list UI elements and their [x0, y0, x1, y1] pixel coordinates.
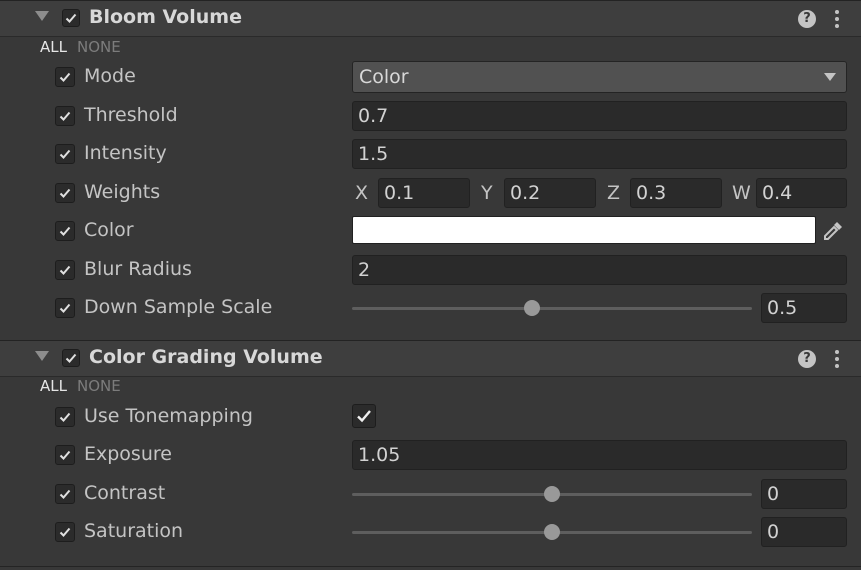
- weights-x-field[interactable]: 0.1: [378, 178, 470, 208]
- checkmark-icon: [65, 13, 77, 23]
- mode-override-checkbox[interactable]: [55, 67, 75, 87]
- contrast-row: Contrast 0: [0, 475, 861, 513]
- weights-row: Weights X 0.1 Y 0.2 Z 0.3 W 0.4: [0, 174, 861, 212]
- checkmark-icon: [59, 527, 71, 537]
- saturation-override-checkbox[interactable]: [55, 522, 75, 542]
- mode-value: Color: [359, 66, 409, 88]
- down-sample-scale-slider-knob[interactable]: [524, 300, 540, 316]
- intensity-field[interactable]: 1.5: [352, 139, 847, 169]
- color-row: Color: [0, 212, 861, 250]
- down-sample-scale-slider[interactable]: [352, 307, 752, 310]
- blur-radius-field[interactable]: 2: [352, 255, 847, 285]
- foldout-arrow-icon[interactable]: [35, 351, 49, 361]
- mode-dropdown[interactable]: Color: [352, 61, 847, 93]
- checkmark-icon: [59, 226, 71, 236]
- down-sample-scale-label: Down Sample Scale: [84, 296, 273, 318]
- bloom-all-none: ALL NONE: [40, 38, 121, 56]
- contrast-override-checkbox[interactable]: [55, 484, 75, 504]
- bloom-volume-header[interactable]: Bloom Volume ?: [0, 0, 861, 37]
- color-grading-volume-header[interactable]: Color Grading Volume ?: [0, 340, 861, 377]
- contrast-field[interactable]: 0: [761, 479, 847, 509]
- checkmark-icon: [59, 188, 71, 198]
- saturation-slider-knob[interactable]: [544, 524, 560, 540]
- intensity-override-checkbox[interactable]: [55, 144, 75, 164]
- bloom-volume-enabled-checkbox[interactable]: [62, 9, 80, 27]
- blur-radius-override-checkbox[interactable]: [55, 260, 75, 280]
- weights-label: Weights: [84, 181, 161, 203]
- mode-label: Mode: [84, 65, 136, 87]
- checkmark-icon: [59, 265, 71, 275]
- exposure-row: Exposure 1.05: [0, 436, 861, 474]
- weights-y-field[interactable]: 0.2: [504, 178, 596, 208]
- intensity-label: Intensity: [84, 142, 167, 164]
- use-tonemapping-toggle[interactable]: [352, 404, 376, 428]
- checkmark-icon: [59, 412, 71, 422]
- use-tonemapping-row: Use Tonemapping: [0, 398, 861, 436]
- weights-x-label: X: [355, 182, 369, 204]
- checkmark-icon: [59, 450, 71, 460]
- exposure-override-checkbox[interactable]: [55, 445, 75, 465]
- contrast-slider-knob[interactable]: [544, 486, 560, 502]
- kebab-menu-icon[interactable]: [835, 10, 839, 28]
- color-grading-all-button[interactable]: ALL: [40, 377, 67, 395]
- color-grading-volume-enabled-checkbox[interactable]: [62, 349, 80, 367]
- weights-override-checkbox[interactable]: [55, 183, 75, 203]
- checkmark-icon: [59, 489, 71, 499]
- weights-z-field[interactable]: 0.3: [630, 178, 722, 208]
- down-sample-scale-field[interactable]: 0.5: [761, 293, 847, 323]
- bloom-all-button[interactable]: ALL: [40, 38, 67, 56]
- bottom-divider: [0, 566, 861, 567]
- intensity-row: Intensity 1.5: [0, 135, 861, 173]
- threshold-label: Threshold: [84, 104, 178, 126]
- use-tonemapping-label: Use Tonemapping: [84, 405, 253, 427]
- contrast-label: Contrast: [84, 482, 166, 504]
- weights-y-label: Y: [481, 182, 493, 204]
- blur-radius-label: Blur Radius: [84, 258, 192, 280]
- help-icon[interactable]: ?: [798, 10, 816, 28]
- help-icon[interactable]: ?: [798, 350, 816, 368]
- checkmark-icon: [59, 72, 71, 82]
- bloom-volume-title: Bloom Volume: [89, 6, 242, 28]
- saturation-row: Saturation 0: [0, 513, 861, 551]
- checkmark-icon: [59, 303, 71, 313]
- checkmark-icon: [65, 353, 77, 363]
- weights-w-label: W: [732, 182, 751, 204]
- blur-radius-row: Blur Radius 2: [0, 251, 861, 289]
- down-sample-scale-override-checkbox[interactable]: [55, 298, 75, 318]
- color-grading-volume-title: Color Grading Volume: [89, 346, 323, 368]
- saturation-label: Saturation: [84, 520, 184, 542]
- threshold-row: Threshold 0.7: [0, 97, 861, 135]
- checkmark-icon: [357, 410, 371, 423]
- kebab-menu-icon[interactable]: [835, 350, 839, 368]
- threshold-field[interactable]: 0.7: [352, 101, 847, 131]
- exposure-label: Exposure: [84, 443, 172, 465]
- color-swatch[interactable]: [352, 216, 816, 244]
- down-sample-scale-row: Down Sample Scale 0.5: [0, 289, 861, 327]
- checkmark-icon: [59, 111, 71, 121]
- color-grading-all-none: ALL NONE: [40, 377, 121, 395]
- color-label: Color: [84, 219, 134, 241]
- foldout-arrow-icon[interactable]: [35, 11, 49, 21]
- color-grading-none-button[interactable]: NONE: [77, 377, 121, 395]
- weights-z-label: Z: [607, 182, 621, 204]
- eyedropper-icon[interactable]: [821, 219, 845, 243]
- checkmark-icon: [59, 149, 71, 159]
- threshold-override-checkbox[interactable]: [55, 106, 75, 126]
- mode-row: Mode Color: [0, 58, 861, 96]
- use-tonemapping-override-checkbox[interactable]: [55, 407, 75, 427]
- exposure-field[interactable]: 1.05: [352, 440, 847, 470]
- weights-w-field[interactable]: 0.4: [756, 178, 847, 208]
- chevron-down-icon: [824, 73, 836, 81]
- color-override-checkbox[interactable]: [55, 221, 75, 241]
- bloom-none-button[interactable]: NONE: [77, 38, 121, 56]
- saturation-field[interactable]: 0: [761, 517, 847, 547]
